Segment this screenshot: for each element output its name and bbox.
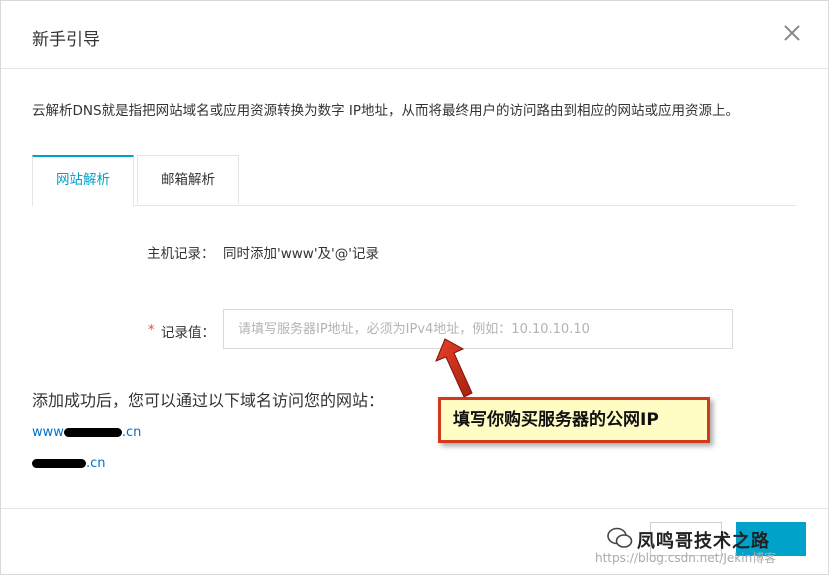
host-record-label: 主机记录： xyxy=(147,246,215,262)
arrow-annotation-icon xyxy=(435,338,473,398)
domain-prefix: www xyxy=(32,425,64,440)
tab-mail-resolve[interactable]: 邮箱解析 xyxy=(137,155,239,204)
domain-link-www[interactable]: www .cn xyxy=(32,425,141,440)
record-value-label: 记录值： xyxy=(161,325,215,341)
required-mark: * xyxy=(148,323,155,338)
redacted-mark xyxy=(63,428,122,437)
guide-dialog: 新手引导 云解析DNS就是指把网站域名或应用资源转换为数字 IP地址，从而将最终… xyxy=(0,0,829,575)
tab-bar: 网站解析 邮箱解析 xyxy=(32,155,796,206)
wechat-icon xyxy=(607,527,633,548)
redacted-mark xyxy=(32,459,86,468)
domain-suffix: .cn xyxy=(86,456,106,471)
domain-suffix: .cn xyxy=(121,425,142,440)
watermark-url: https://blog.csdn.net/Jekin博客 xyxy=(595,551,777,565)
dialog-description: 云解析DNS就是指把网站域名或应用资源转换为数字 IP地址，从而将最终用户的访问… xyxy=(32,103,739,119)
annotation-callout: 填写你购买服务器的公网IP xyxy=(438,397,710,443)
tab-website-resolve[interactable]: 网站解析 xyxy=(32,155,134,206)
success-text: 添加成功后，您可以通过以下域名访问您的网站： xyxy=(32,391,385,410)
domain-link-root[interactable]: .cn xyxy=(32,456,106,471)
close-icon[interactable] xyxy=(782,23,802,43)
dialog-title: 新手引导 xyxy=(32,30,100,50)
host-record-value: 同时添加'www'及'@'记录 xyxy=(223,246,379,262)
dialog-header: 新手引导 xyxy=(1,1,828,69)
